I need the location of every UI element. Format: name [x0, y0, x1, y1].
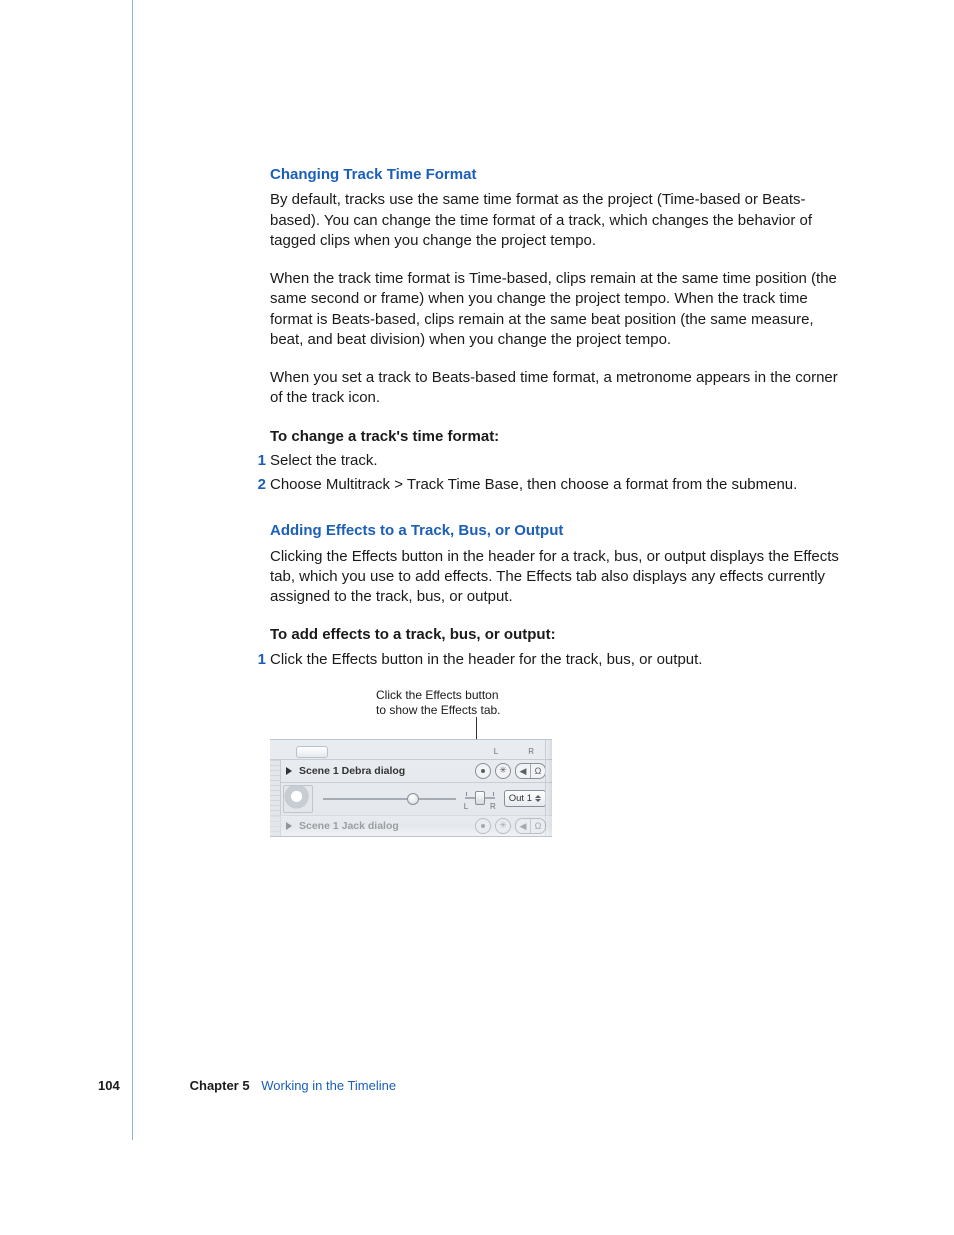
- volume-slider[interactable]: [323, 792, 456, 806]
- paragraph: When you set a track to Beats-based time…: [270, 368, 840, 409]
- step-text: Select the track.: [270, 452, 378, 469]
- page-number: 104: [98, 1077, 126, 1095]
- mute-button[interactable]: ◀: [516, 819, 530, 833]
- steps-list: 1Click the Effects button in the header …: [270, 650, 840, 670]
- track-icon: [283, 785, 313, 813]
- output-select[interactable]: Out 1: [504, 790, 546, 807]
- chapter-name: Working in the Timeline: [261, 1078, 396, 1093]
- disclosure-triangle-icon[interactable]: [285, 822, 293, 830]
- effects-button[interactable]: ✳: [495, 763, 511, 779]
- step-item: 1Select the track.: [270, 451, 840, 471]
- track-gutter: [270, 760, 281, 815]
- page-footer: 104 Chapter 5 Working in the Timeline: [98, 1077, 396, 1095]
- faded-track-row: Scene 1 Jack dialog ✳ ◀ Ω: [270, 815, 552, 836]
- record-enable-button[interactable]: [475, 763, 491, 779]
- figure-caption: Click the Effects button to show the Eff…: [376, 688, 506, 719]
- solo-button[interactable]: Ω: [530, 764, 545, 778]
- pan-label-l: L: [464, 802, 468, 813]
- solo-button[interactable]: Ω: [530, 819, 545, 833]
- stepper-arrows-icon: [535, 795, 541, 802]
- track-row: Scene 1 Debra dialog ✳ ◀ Ω: [270, 760, 552, 815]
- mute-button[interactable]: ◀: [516, 764, 530, 778]
- paragraph: When the track time format is Time-based…: [270, 269, 840, 350]
- heading-changing-track-time-format: Changing Track Time Format: [270, 165, 840, 185]
- steps-list: 1Select the track. 2Choose Multitrack > …: [270, 451, 840, 496]
- track-header-figure: L R Scene 1 Debra dialog ✳ ◀ Ω: [270, 739, 552, 837]
- channel-label-r: R: [528, 747, 534, 758]
- step-number: 2: [252, 475, 266, 495]
- figure-top-bar: L R: [270, 740, 552, 760]
- paragraph: By default, tracks use the same time for…: [270, 190, 840, 251]
- page-content: Changing Track Time Format By default, t…: [270, 165, 840, 837]
- caption-line: to show the Effects tab.: [376, 703, 501, 717]
- track-gutter: [270, 816, 281, 836]
- track-controls-row: L R Out 1: [281, 783, 552, 815]
- step-number: 1: [252, 451, 266, 471]
- effects-button[interactable]: ✳: [495, 818, 511, 834]
- chapter-label: Chapter 5: [190, 1078, 250, 1093]
- pan-label-r: R: [490, 802, 496, 813]
- caption-line: Click the Effects button: [376, 688, 499, 702]
- small-button[interactable]: [296, 746, 328, 758]
- step-text: Click the Effects button in the header f…: [270, 651, 702, 668]
- step-text: Choose Multitrack > Track Time Base, the…: [270, 476, 797, 493]
- step-item: 1Click the Effects button in the header …: [270, 650, 840, 670]
- task-heading: To change a track's time format:: [270, 427, 840, 447]
- left-margin-rule: [132, 0, 133, 1140]
- track-title-row: Scene 1 Debra dialog ✳ ◀ Ω: [281, 760, 552, 783]
- task-heading: To add effects to a track, bus, or outpu…: [270, 625, 840, 645]
- step-number: 1: [252, 650, 266, 670]
- disclosure-triangle-icon[interactable]: [285, 767, 293, 775]
- mute-solo-group[interactable]: ◀ Ω: [515, 763, 546, 779]
- paragraph: Clicking the Effects button in the heade…: [270, 547, 840, 608]
- output-label: Out 1: [509, 793, 532, 806]
- caption-leader-line: [476, 721, 840, 739]
- heading-adding-effects: Adding Effects to a Track, Bus, or Outpu…: [270, 521, 840, 541]
- channel-label-l: L: [494, 747, 498, 758]
- mute-solo-group[interactable]: ◀ Ω: [515, 818, 546, 834]
- track-name-label: Scene 1 Debra dialog: [299, 764, 475, 778]
- step-item: 2Choose Multitrack > Track Time Base, th…: [270, 475, 840, 495]
- track-name-label: Scene 1 Jack dialog: [299, 819, 475, 833]
- pan-slider[interactable]: L R: [462, 786, 498, 812]
- record-enable-button[interactable]: [475, 818, 491, 834]
